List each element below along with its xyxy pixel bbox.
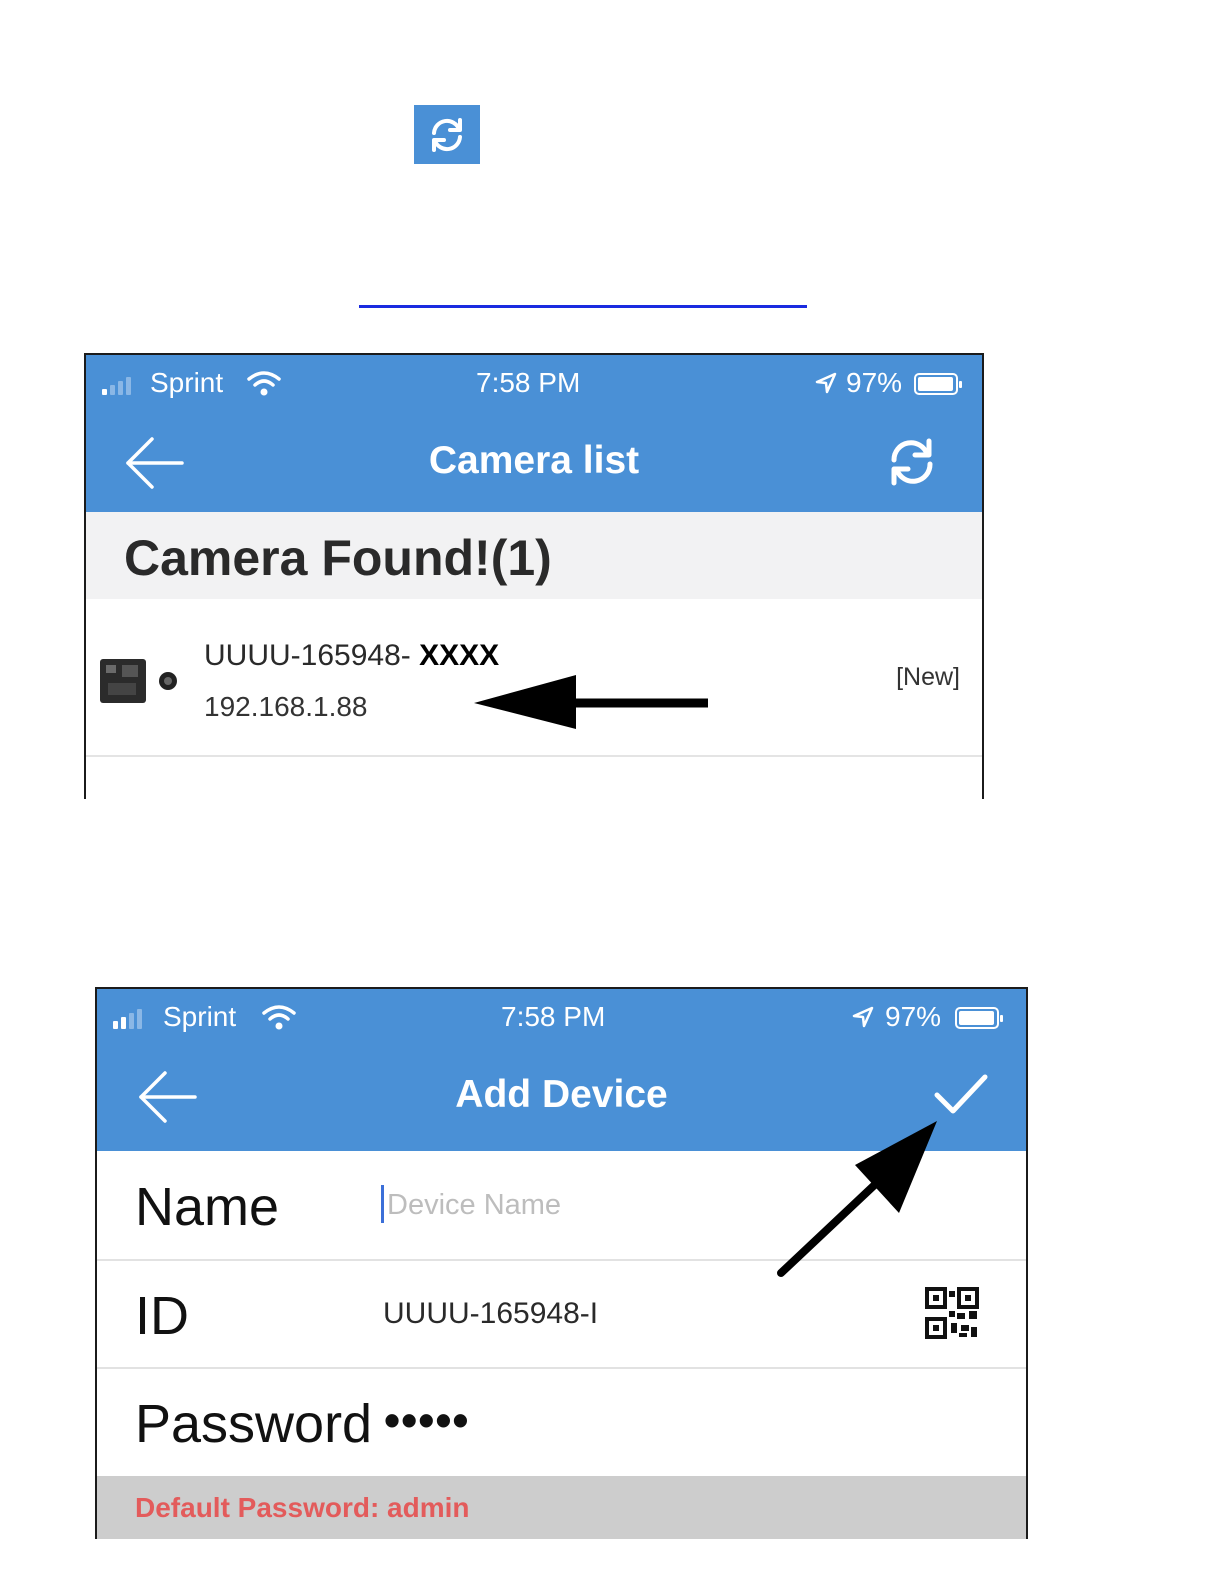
hint-text: Default Password: admin [135, 1492, 470, 1523]
password-label: Password [135, 1394, 373, 1454]
signal-icon [113, 1007, 153, 1029]
section-header: Camera Found!(1) [86, 512, 982, 599]
annotation-arrow-left-icon [474, 675, 708, 729]
password-input[interactable]: ••••• [384, 1393, 470, 1447]
device-name-input[interactable]: Device Name [387, 1189, 561, 1222]
status-bar: Sprint 7:58 PM 97% [97, 989, 1026, 1047]
camera-id: UUUU-165948- XXXX [204, 639, 499, 673]
annotation-arrow-diagonal-icon [777, 1121, 937, 1277]
battery-percent: 97% [846, 367, 903, 398]
wifi-icon [262, 1005, 296, 1030]
nav-bar: Camera list [86, 413, 982, 512]
add-device-screen: Sprint 7:58 PM 97% Add Device Name Devic… [95, 987, 1028, 1539]
clock: 7:58 PM [476, 367, 581, 398]
section-title: Camera Found!(1) [124, 530, 552, 586]
name-label: Name [135, 1177, 280, 1237]
battery-icon [955, 1007, 1003, 1029]
location-icon [852, 1006, 874, 1028]
clock: 7:58 PM [501, 1001, 606, 1032]
camera-id-suffix: XXXX [419, 639, 500, 672]
camera-ip: 192.168.1.88 [204, 691, 368, 722]
wifi-icon [247, 371, 281, 396]
page-title: Camera list [428, 439, 640, 482]
refresh-icon[interactable] [882, 433, 942, 489]
camera-list-screen: Sprint 7:58 PM 97% Camera list Camera Fo… [84, 353, 984, 799]
page-title: Add Device [455, 1073, 668, 1116]
refresh-button[interactable] [414, 105, 480, 164]
device-id-field[interactable]: UUUU-165948-I [383, 1297, 598, 1331]
status-bar: Sprint 7:58 PM 97% [86, 355, 982, 413]
battery-icon [914, 373, 962, 395]
text-cursor [381, 1185, 384, 1223]
carrier-label: Sprint [163, 1001, 237, 1032]
download-link[interactable] [359, 305, 807, 308]
password-row: Password ••••• [97, 1369, 1026, 1476]
camera-thumbnail-icon [100, 659, 177, 703]
signal-icon [102, 373, 142, 395]
camera-id-prefix: UUUU-165948- [204, 639, 420, 672]
location-icon [815, 372, 837, 394]
qr-code-icon[interactable] [925, 1287, 979, 1339]
carrier-label: Sprint [150, 367, 224, 398]
new-badge: [New] [896, 663, 960, 691]
refresh-icon [432, 118, 462, 152]
id-label: ID [135, 1286, 189, 1346]
checkmark-icon[interactable] [933, 1071, 989, 1119]
battery-percent: 97% [885, 1001, 942, 1032]
default-password-hint: Default Password: admin [97, 1476, 1026, 1539]
